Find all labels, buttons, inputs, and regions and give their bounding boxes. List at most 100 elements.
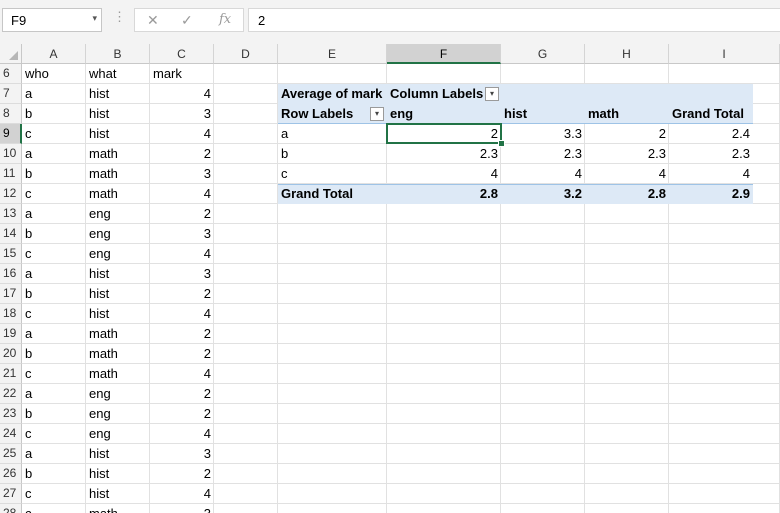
cell-c24[interactable]: 4	[150, 424, 214, 444]
row-header-13[interactable]: 13	[0, 204, 22, 224]
cell-a28[interactable]: c	[22, 504, 86, 513]
fill-handle[interactable]	[498, 140, 505, 147]
pivot-value-cell[interactable]: 4	[387, 164, 501, 184]
row-labels-filter-icon[interactable]: ▾	[370, 107, 384, 121]
cell-c27[interactable]: 4	[150, 484, 214, 504]
pivot-value-cell[interactable]: 3.3	[501, 124, 585, 144]
cell-a27[interactable]: c	[22, 484, 86, 504]
cell-c26[interactable]: 2	[150, 464, 214, 484]
pivot-column-labels[interactable]: Column Labels	[387, 84, 487, 104]
enter-icon[interactable]: ✓	[181, 12, 193, 29]
insert-function-icon[interactable]: fx	[219, 12, 231, 27]
cell-b15[interactable]: eng	[86, 244, 150, 264]
column-labels-filter-icon[interactable]: ▾	[485, 87, 499, 101]
cell-c21[interactable]: 4	[150, 364, 214, 384]
cell-a19[interactable]: a	[22, 324, 86, 344]
active-cell-selection[interactable]	[386, 123, 502, 144]
cell-b20[interactable]: math	[86, 344, 150, 364]
cell-b17[interactable]: hist	[86, 284, 150, 304]
cell-b13[interactable]: eng	[86, 204, 150, 224]
cell-a12[interactable]: c	[22, 184, 86, 204]
cell-c20[interactable]: 2	[150, 344, 214, 364]
cell-b28[interactable]: math	[86, 504, 150, 513]
row-header-18[interactable]: 18	[0, 304, 22, 324]
cell-b10[interactable]: math	[86, 144, 150, 164]
cell-c6[interactable]: mark	[150, 64, 214, 84]
cell-b8[interactable]: hist	[86, 104, 150, 124]
pivot-value-cell[interactable]: 2.4	[669, 124, 753, 144]
cell-a17[interactable]: b	[22, 284, 86, 304]
row-header-28[interactable]: 28	[0, 504, 22, 513]
pivot-value-field[interactable]: Average of mark	[278, 84, 390, 104]
cell-a15[interactable]: c	[22, 244, 86, 264]
pivot-value-cell[interactable]: 4	[501, 164, 585, 184]
column-header-f[interactable]: F	[387, 44, 501, 64]
pivot-grand-total-cell[interactable]: 2.9	[669, 184, 753, 204]
pivot-value-cell[interactable]: 2.3	[501, 144, 585, 164]
cell-b18[interactable]: hist	[86, 304, 150, 324]
row-header-23[interactable]: 23	[0, 404, 22, 424]
row-header-21[interactable]: 21	[0, 364, 22, 384]
pivot-value-cell[interactable]: 2.3	[585, 144, 669, 164]
cell-b19[interactable]: math	[86, 324, 150, 344]
pivot-grand-total-cell[interactable]: 2.8	[387, 184, 501, 204]
column-header-b[interactable]: B	[86, 44, 150, 64]
cell-c11[interactable]: 3	[150, 164, 214, 184]
row-header-15[interactable]: 15	[0, 244, 22, 264]
cell-b7[interactable]: hist	[86, 84, 150, 104]
cell-b9[interactable]: hist	[86, 124, 150, 144]
cell-b23[interactable]: eng	[86, 404, 150, 424]
column-header-h[interactable]: H	[585, 44, 669, 64]
row-header-16[interactable]: 16	[0, 264, 22, 284]
cell-c8[interactable]: 3	[150, 104, 214, 124]
cell-a16[interactable]: a	[22, 264, 86, 284]
cell-a13[interactable]: a	[22, 204, 86, 224]
cell-c23[interactable]: 2	[150, 404, 214, 424]
cell-a26[interactable]: b	[22, 464, 86, 484]
column-header-d[interactable]: D	[214, 44, 278, 64]
cell-b26[interactable]: hist	[86, 464, 150, 484]
pivot-row-label[interactable]: b	[278, 144, 387, 164]
formula-input[interactable]: 2	[248, 8, 780, 32]
cell-b14[interactable]: eng	[86, 224, 150, 244]
cell-a10[interactable]: a	[22, 144, 86, 164]
cell-a25[interactable]: a	[22, 444, 86, 464]
cell-b16[interactable]: hist	[86, 264, 150, 284]
row-header-19[interactable]: 19	[0, 324, 22, 344]
pivot-row-labels[interactable]: Row Labels	[278, 104, 370, 124]
pivot-col-header[interactable]: Grand Total	[669, 104, 753, 124]
cell-b22[interactable]: eng	[86, 384, 150, 404]
row-header-9[interactable]: 9	[0, 124, 22, 144]
row-header-20[interactable]: 20	[0, 344, 22, 364]
cell-b25[interactable]: hist	[86, 444, 150, 464]
row-header-17[interactable]: 17	[0, 284, 22, 304]
grip-icon[interactable]: ⋮	[113, 9, 126, 25]
row-header-6[interactable]: 6	[0, 64, 22, 84]
pivot-value-cell[interactable]: 4	[585, 164, 669, 184]
cell-a9[interactable]: c	[22, 124, 86, 144]
cell-c18[interactable]: 4	[150, 304, 214, 324]
cell-a18[interactable]: c	[22, 304, 86, 324]
pivot-row-label[interactable]: a	[278, 124, 387, 144]
column-header-e[interactable]: E	[278, 44, 387, 64]
cell-c17[interactable]: 2	[150, 284, 214, 304]
pivot-value-cell[interactable]: 4	[669, 164, 753, 184]
cell-b24[interactable]: eng	[86, 424, 150, 444]
row-header-10[interactable]: 10	[0, 144, 22, 164]
cell-a6[interactable]: who	[22, 64, 86, 84]
cell-c10[interactable]: 2	[150, 144, 214, 164]
cell-a8[interactable]: b	[22, 104, 86, 124]
cell-b6[interactable]: what	[86, 64, 150, 84]
cell-a14[interactable]: b	[22, 224, 86, 244]
cell-b12[interactable]: math	[86, 184, 150, 204]
cell-b27[interactable]: hist	[86, 484, 150, 504]
column-header-g[interactable]: G	[501, 44, 585, 64]
cell-b21[interactable]: math	[86, 364, 150, 384]
cell-c13[interactable]: 2	[150, 204, 214, 224]
row-header-12[interactable]: 12	[0, 184, 22, 204]
row-header-24[interactable]: 24	[0, 424, 22, 444]
row-header-26[interactable]: 26	[0, 464, 22, 484]
cell-a23[interactable]: b	[22, 404, 86, 424]
cell-a21[interactable]: c	[22, 364, 86, 384]
column-header-c[interactable]: C	[150, 44, 214, 64]
